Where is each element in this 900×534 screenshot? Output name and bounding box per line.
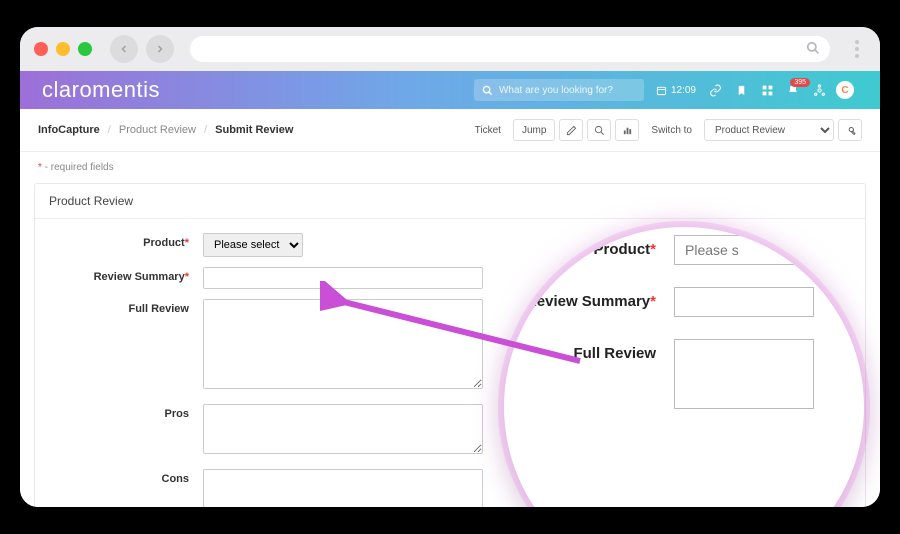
- mag-summary-input: [674, 287, 814, 317]
- required-note: * - required fields: [20, 152, 880, 183]
- summary-label: Review Summary: [94, 271, 185, 283]
- toolbar-actions: Ticket Jump Switch to Product Review: [467, 119, 862, 141]
- product-select[interactable]: Please select...: [203, 233, 303, 257]
- cons-input[interactable]: [203, 469, 483, 507]
- app-header: claromentis 12:09 395 C: [20, 71, 880, 109]
- browser-menu-icon[interactable]: [848, 40, 866, 58]
- panel-title: Product Review: [35, 184, 865, 219]
- jump-button[interactable]: Jump: [513, 119, 555, 141]
- browser-frame: claromentis 12:09 395 C InfoCapture / Pr…: [20, 27, 880, 507]
- header-search[interactable]: [474, 79, 644, 101]
- apps-icon[interactable]: [754, 84, 780, 97]
- product-label: Product: [143, 237, 185, 249]
- bookmark-icon[interactable]: [728, 85, 754, 96]
- magnifier-lens: eview Product* Please s Review Summary* …: [504, 227, 864, 507]
- brand-logo: claromentis: [42, 77, 160, 103]
- search-icon: [806, 41, 820, 55]
- wrench-icon: [844, 124, 856, 136]
- breadcrumb-leaf: Submit Review: [215, 124, 293, 136]
- window-controls: [34, 42, 92, 56]
- search-icon: [482, 85, 493, 96]
- maximize-window-icon[interactable]: [78, 42, 92, 56]
- forward-button[interactable]: [146, 35, 174, 63]
- switch-to-label: Switch to: [643, 119, 700, 141]
- breadcrumb-mid[interactable]: Product Review: [119, 124, 196, 136]
- stats-button[interactable]: [615, 119, 639, 141]
- user-avatar[interactable]: C: [832, 81, 858, 99]
- page-toolbar: InfoCapture / Product Review / Submit Re…: [20, 109, 880, 152]
- full-review-input[interactable]: [203, 299, 483, 389]
- pros-label: Pros: [165, 408, 189, 420]
- url-bar[interactable]: [190, 36, 830, 62]
- search-icon: [594, 125, 605, 136]
- calendar-icon: [656, 85, 667, 96]
- search-button[interactable]: [587, 119, 611, 141]
- browser-chrome: [20, 27, 880, 71]
- ticket-label: Ticket: [467, 119, 509, 141]
- back-button[interactable]: [110, 35, 138, 63]
- cons-label: Cons: [162, 473, 190, 485]
- switch-to-select[interactable]: Product Review: [704, 119, 834, 141]
- breadcrumb: InfoCapture / Product Review / Submit Re…: [38, 124, 293, 136]
- full-label: Full Review: [128, 303, 189, 315]
- breadcrumb-root[interactable]: InfoCapture: [38, 124, 100, 136]
- link-icon[interactable]: [702, 84, 728, 97]
- mag-product-select: Please s: [674, 235, 794, 265]
- settings-button[interactable]: [838, 119, 862, 141]
- minimize-window-icon[interactable]: [56, 42, 70, 56]
- summary-input[interactable]: [203, 267, 483, 289]
- header-time: 12:09: [656, 85, 696, 96]
- edit-button[interactable]: [559, 119, 583, 141]
- mag-title-fragment: eview: [504, 227, 864, 235]
- activity-icon[interactable]: [806, 84, 832, 97]
- pros-input[interactable]: [203, 404, 483, 454]
- header-search-input[interactable]: [499, 85, 636, 96]
- mag-full-input: [674, 339, 814, 409]
- bar-chart-icon: [622, 125, 633, 136]
- close-window-icon[interactable]: [34, 42, 48, 56]
- edit-icon: [566, 125, 577, 136]
- notifications-icon[interactable]: 395: [780, 84, 806, 96]
